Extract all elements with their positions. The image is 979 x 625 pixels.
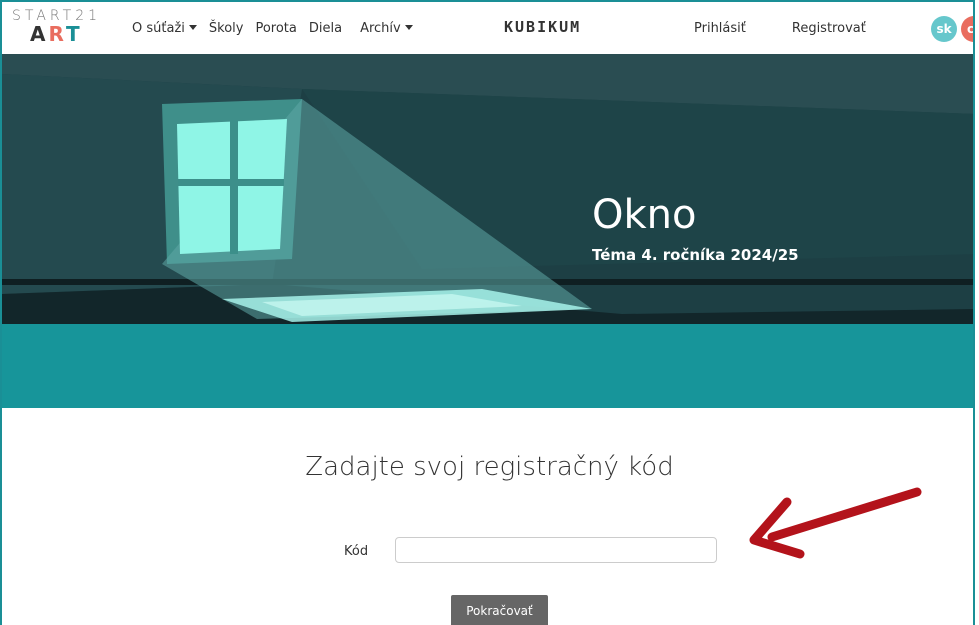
login-link[interactable]: Prihlásiť [685, 21, 755, 36]
hero-window-illustration [2, 54, 973, 324]
register-link[interactable]: Registrovať [783, 21, 875, 36]
hero-banner: Okno Téma 4. ročníka 2024/25 [2, 54, 973, 324]
nav-item-o-sutazi[interactable]: O súťaži [126, 21, 203, 36]
logo-letter-r: R [48, 22, 66, 46]
nav-item-label: Porota [255, 20, 297, 36]
logo-letter-a: A [30, 22, 49, 46]
caret-down-icon [404, 24, 413, 30]
teal-band [2, 324, 973, 408]
nav-item-label: Archív [360, 20, 401, 36]
nav-item-label: Školy [208, 20, 244, 36]
main-menu: O súťaži Školy Porota Diela Archív [126, 2, 419, 54]
language-cz-button[interactable]: cz [961, 16, 973, 42]
hero-title: Okno [592, 192, 697, 238]
nav-item-porota[interactable]: Porota [249, 21, 302, 36]
language-sk-button[interactable]: sk [931, 16, 957, 42]
kubikum-brand[interactable]: KUBIKUM [504, 18, 581, 36]
top-navbar: START21 ART O súťaži Školy Porota Diela … [2, 2, 973, 55]
nav-item-label: O súťaži [132, 20, 185, 36]
nav-item-label: Diela [308, 20, 343, 36]
logo-art-text: ART [30, 22, 83, 46]
nav-item-archiv[interactable]: Archív [354, 21, 419, 36]
form-title: Zadajte svoj registračný kód [305, 452, 674, 482]
continue-button[interactable]: Pokračovať [451, 595, 548, 625]
nav-item-skoly[interactable]: Školy [203, 21, 250, 36]
hero-subtitle: Téma 4. ročníka 2024/25 [592, 246, 799, 264]
caret-down-icon [188, 24, 197, 30]
account-menu: Prihlásiť Registrovať [685, 2, 903, 54]
red-arrow-annotation [749, 487, 922, 559]
start21-art-logo[interactable]: START21 ART [12, 8, 112, 48]
code-label: Kód [344, 544, 369, 559]
code-input[interactable] [395, 537, 717, 563]
page-frame: START21 ART O súťaži Školy Porota Diela … [0, 0, 975, 625]
nav-item-diela[interactable]: Diela [303, 21, 348, 36]
logo-letter-t: T [66, 22, 83, 46]
